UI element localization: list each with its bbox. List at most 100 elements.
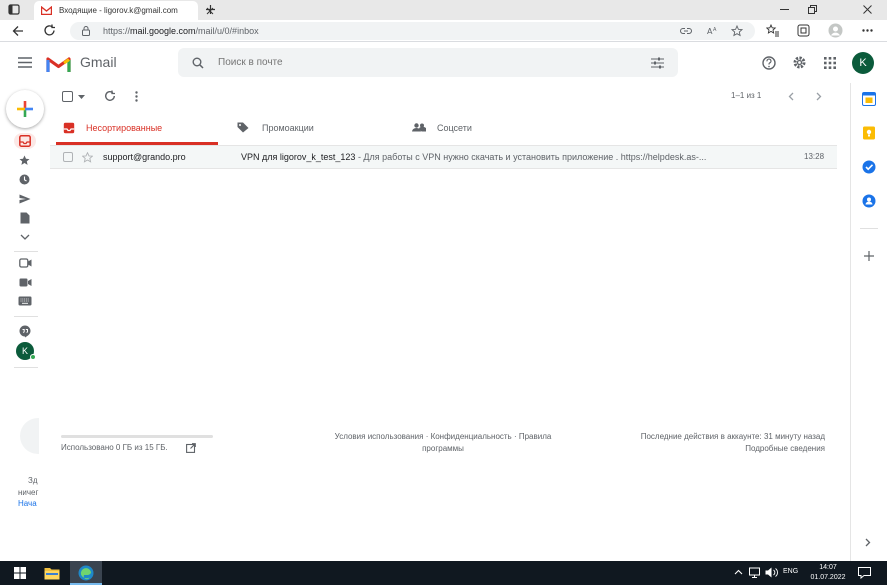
tasks-icon[interactable] <box>862 160 876 174</box>
collections-icon[interactable] <box>797 24 810 37</box>
mail-subject: VPN для ligorov_k_test_123 <box>241 152 356 162</box>
sidebar-item-inbox[interactable] <box>14 133 36 149</box>
primary-inbox-icon <box>63 122 75 134</box>
mail-star-icon[interactable] <box>82 152 93 163</box>
tab-primary-label: Несортированные <box>86 123 163 133</box>
restore-icon[interactable] <box>808 5 817 14</box>
file-explorer-icon[interactable] <box>44 566 60 580</box>
promotions-tag-icon <box>237 122 249 133</box>
apps-grid-icon[interactable] <box>824 57 836 69</box>
side-panel <box>850 83 887 561</box>
footer-policy-links[interactable]: Условия использования · Конфиденциальнос… <box>318 431 568 455</box>
help-icon[interactable] <box>762 56 776 70</box>
hangouts-illustration <box>20 418 39 454</box>
older-chevron-right-icon[interactable] <box>816 92 822 101</box>
mail-sender: support@grando.pro <box>103 152 186 162</box>
lock-icon[interactable] <box>82 26 90 36</box>
taskbar-edge-button[interactable] <box>70 561 102 585</box>
gmail-header: Gmail K <box>0 43 887 83</box>
side-panel-divider <box>860 228 878 229</box>
gmail-favicon-icon <box>41 6 52 15</box>
expand-panel-chevron-icon[interactable] <box>865 538 871 547</box>
social-people-icon <box>412 123 426 132</box>
more-actions-icon[interactable] <box>135 91 138 102</box>
windows-start-icon[interactable] <box>14 567 26 579</box>
browser-tab-inbox[interactable]: Входящие - ligorov.k@gmail.com <box>34 1 214 20</box>
hangouts-icon[interactable] <box>19 325 31 338</box>
new-tab-icon[interactable] <box>205 4 216 15</box>
select-dropdown-icon[interactable] <box>78 95 85 99</box>
browser-tab-bar: Входящие - ligorov.k@gmail.com <box>0 0 887 20</box>
keep-notes-icon[interactable] <box>862 126 876 140</box>
gmail-logo-text: Gmail <box>80 54 117 70</box>
drafts-icon[interactable] <box>20 212 30 224</box>
gmail-logo-icon[interactable] <box>46 55 71 73</box>
tab-title: Входящие - ligorov.k@gmail.com <box>59 6 178 15</box>
hangouts-empty-title: Зд <box>28 476 38 485</box>
search-options-icon[interactable] <box>651 57 664 69</box>
activity-details-link[interactable]: Подробные сведения <box>590 443 825 455</box>
clock-time: 14:07 <box>819 564 837 571</box>
account-avatar[interactable]: K <box>852 52 874 74</box>
tab-primary[interactable]: Несортированные <box>56 113 218 145</box>
contacts-icon[interactable] <box>862 194 876 208</box>
footer-links-line2[interactable]: программы <box>318 443 568 455</box>
search-icon[interactable] <box>192 57 204 69</box>
newer-chevron-left-icon[interactable] <box>788 92 794 101</box>
calendar-icon[interactable] <box>862 92 876 106</box>
address-bar[interactable]: https://mail.google.com/mail/u/0/#inbox … <box>70 22 755 40</box>
tab-actions-icon[interactable] <box>8 4 20 15</box>
back-arrow-icon[interactable] <box>12 25 24 37</box>
favorites-icon[interactable] <box>766 24 780 37</box>
mail-row[interactable]: support@grando.pro VPN для ligorov_k_tes… <box>50 146 837 169</box>
tab-promotions[interactable]: Промоакции <box>236 113 396 145</box>
sent-icon[interactable] <box>19 194 31 204</box>
compose-button[interactable] <box>6 90 44 128</box>
mail-time: 13:28 <box>804 152 825 161</box>
settings-gear-icon[interactable] <box>792 55 807 70</box>
clock-date: 01.07.2022 <box>810 574 846 581</box>
profile-icon[interactable] <box>828 23 843 38</box>
storage-usage-text: Использовано 0 ГБ из 15 ГБ. <box>61 443 168 452</box>
read-aloud-icon[interactable]: A A <box>707 26 719 36</box>
new-meeting-icon[interactable] <box>19 258 32 268</box>
keyboard-icon[interactable] <box>18 296 32 306</box>
last-activity-text: Последние действия в аккаунте: 31 минуту… <box>640 432 825 441</box>
edge-browser-icon <box>78 565 94 581</box>
mail-subject-line: VPN для ligorov_k_test_123 - Для работы … <box>241 146 791 168</box>
reload-icon[interactable] <box>43 24 56 37</box>
input-language[interactable]: ENG <box>783 568 798 575</box>
url-text: https://mail.google.com/mail/u/0/#inbox <box>103 26 259 36</box>
select-all-checkbox[interactable] <box>62 91 73 102</box>
join-meeting-video-icon[interactable] <box>19 278 32 287</box>
notifications-icon[interactable] <box>858 567 871 579</box>
storage-usage-bar <box>61 435 213 438</box>
get-addons-plus-icon[interactable] <box>864 251 874 261</box>
tab-promotions-label: Промоакции <box>262 123 314 133</box>
online-status-dot <box>30 354 36 360</box>
pagination-text: 1–1 из 1 <box>731 91 762 100</box>
taskbar-clock[interactable]: 14:07 01.07.2022 <box>808 563 848 583</box>
network-icon[interactable] <box>749 567 761 578</box>
show-hidden-icons-chevron-icon[interactable] <box>734 569 743 575</box>
sidebar-divider <box>14 367 38 368</box>
search-input[interactable] <box>218 48 618 77</box>
favorites-add-icon[interactable] <box>731 25 744 37</box>
mail-select-checkbox[interactable] <box>63 152 73 162</box>
refresh-icon[interactable] <box>104 90 116 102</box>
more-options-icon[interactable] <box>862 29 873 32</box>
search-bar[interactable] <box>178 48 678 77</box>
starred-icon[interactable] <box>19 155 30 166</box>
sidebar-divider <box>14 316 38 317</box>
link-icon[interactable] <box>680 27 692 35</box>
tab-social[interactable]: Соцсети <box>411 113 571 145</box>
volume-icon[interactable] <box>765 567 778 578</box>
open-storage-external-icon[interactable] <box>186 443 196 453</box>
more-chevron-down-icon[interactable] <box>20 234 30 241</box>
close-window-icon[interactable] <box>863 5 872 14</box>
main-menu-icon[interactable] <box>18 57 32 68</box>
hangouts-start-link[interactable]: Нача <box>18 499 37 508</box>
minimize-icon[interactable] <box>780 9 789 11</box>
footer-links-line1[interactable]: Условия использования · Конфиденциальнос… <box>318 431 568 443</box>
snoozed-clock-icon[interactable] <box>19 174 30 185</box>
